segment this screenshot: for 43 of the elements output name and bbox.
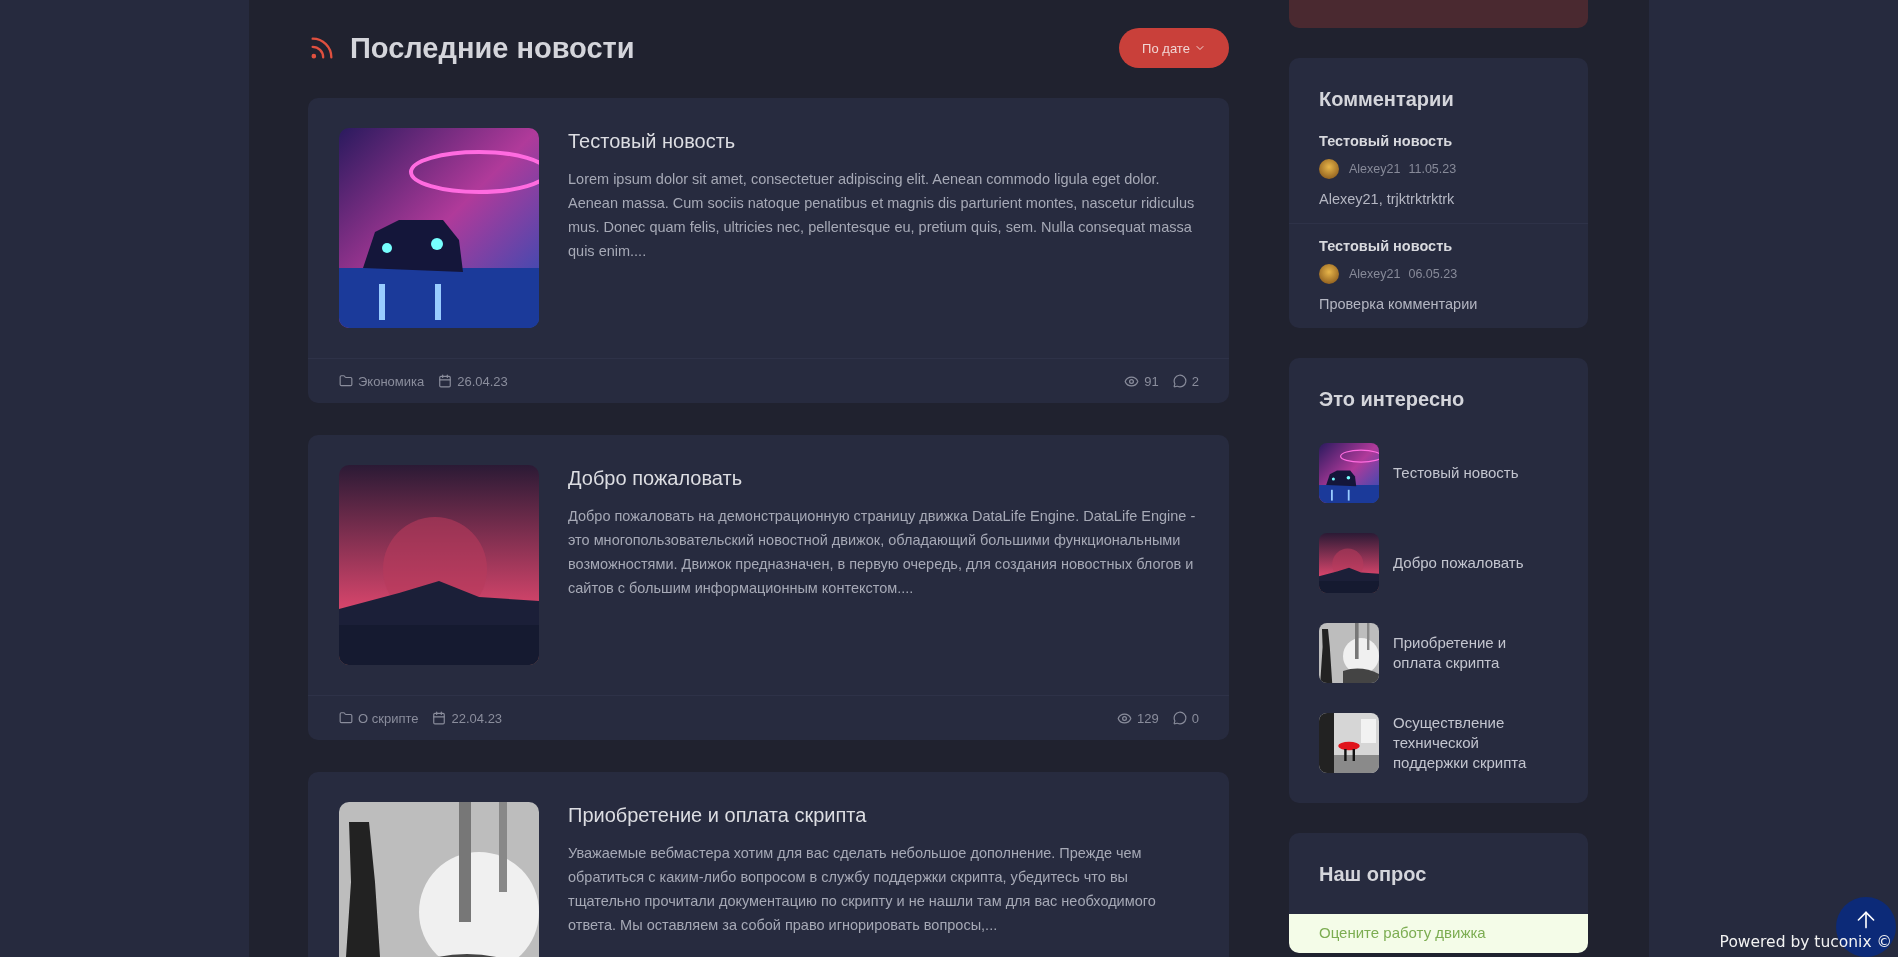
interesting-link[interactable]: Тестовый новость xyxy=(1319,443,1558,503)
poll-question: Оцените работу движка xyxy=(1289,914,1588,953)
comment-text: Проверка комментарии xyxy=(1319,296,1479,312)
news-category[interactable]: О скрипте xyxy=(358,710,419,726)
eye-icon xyxy=(1124,373,1140,389)
widget-title: Это интересно xyxy=(1319,388,1466,411)
comment-date: 06.05.23 xyxy=(1408,267,1458,281)
folder-icon xyxy=(339,374,353,388)
comment-date: 11.05.23 xyxy=(1408,162,1457,176)
calendar-icon xyxy=(438,374,453,388)
news-date: 22.04.23 xyxy=(451,710,503,726)
folder-icon xyxy=(339,711,353,725)
news-category[interactable]: Экономика xyxy=(358,373,425,389)
comment-article-link[interactable]: Тестовый новость xyxy=(1319,238,1558,254)
interesting-link[interactable]: Приобретение и оплата скрипта xyxy=(1319,623,1558,683)
news-excerpt: Lorem ipsum dolor sit amet, consectetuer adipiscing elit. Aenean commodo ligula eget dolor. Aenean massa. Cum sociis natoque penatibus et magnis dis parturient montes, nascetur ridiculus mus. Donec quam felis, ultricies nec, pellentesque eu, pretium quis, sem. Nulla consequat massa quis enim.... xyxy=(568,170,1196,261)
eye-icon xyxy=(1117,710,1133,726)
comment-icon xyxy=(1172,374,1187,388)
section-title: Последние новости xyxy=(350,31,635,65)
comment-icon xyxy=(1172,711,1187,725)
avatar-icon xyxy=(1319,159,1339,179)
interesting-link[interactable]: Осуществление технической поддержки скрипта xyxy=(1319,713,1558,773)
news-date: 26.04.23 xyxy=(457,373,508,389)
news-title[interactable]: Тестовый новость xyxy=(568,130,1199,153)
news-excerpt: Уважаемые вебмастера хотим для вас сделать небольшое дополнение. Прежде чем обратиться с каким-либо вопросом в службу поддержки скрипта, убедитесь что вы тщательно прочитали документацию по скрипту и не нашли там для вас необходимого ответа. Мы оставляем за собой право игнорировать вопросы,... xyxy=(568,844,1157,935)
avatar-icon xyxy=(1319,264,1339,284)
comment-article-link[interactable]: Тестовый новость xyxy=(1319,133,1558,149)
comment-count: 0 xyxy=(1191,710,1199,726)
comment-author[interactable]: Alexey21 xyxy=(1349,162,1401,176)
news-title[interactable]: Добро пожаловать xyxy=(568,467,1199,490)
sort-button[interactable]: По дате xyxy=(1119,28,1229,68)
widget-title: Комментарии xyxy=(1319,88,1455,111)
comment-text: Alexey21, trjktrktrktrk xyxy=(1319,191,1456,207)
view-count: 91 xyxy=(1144,373,1159,389)
view-count: 129 xyxy=(1137,710,1159,726)
news-excerpt: Добро пожаловать на демонстрационную страницу движка DataLife Engine. DataLife Engine - это многопользовательский новостной движок, обладающий большими функциональными возможностями. Движок предназначен, в первую очередь, для создания новостных блогов и сайтов с большим информационным контекстом.... xyxy=(568,507,1197,598)
powered-by-text: Powered by tuconix © xyxy=(1719,933,1892,951)
comment-author[interactable]: Alexey21 xyxy=(1349,267,1401,281)
widget-title: Наш опрос xyxy=(1319,863,1428,886)
comment-count: 2 xyxy=(1191,373,1199,389)
news-title[interactable]: Приобретение и оплата скрипта xyxy=(568,804,1199,827)
interesting-link[interactable]: Добро пожаловать xyxy=(1319,533,1558,593)
calendar-icon xyxy=(432,711,447,725)
